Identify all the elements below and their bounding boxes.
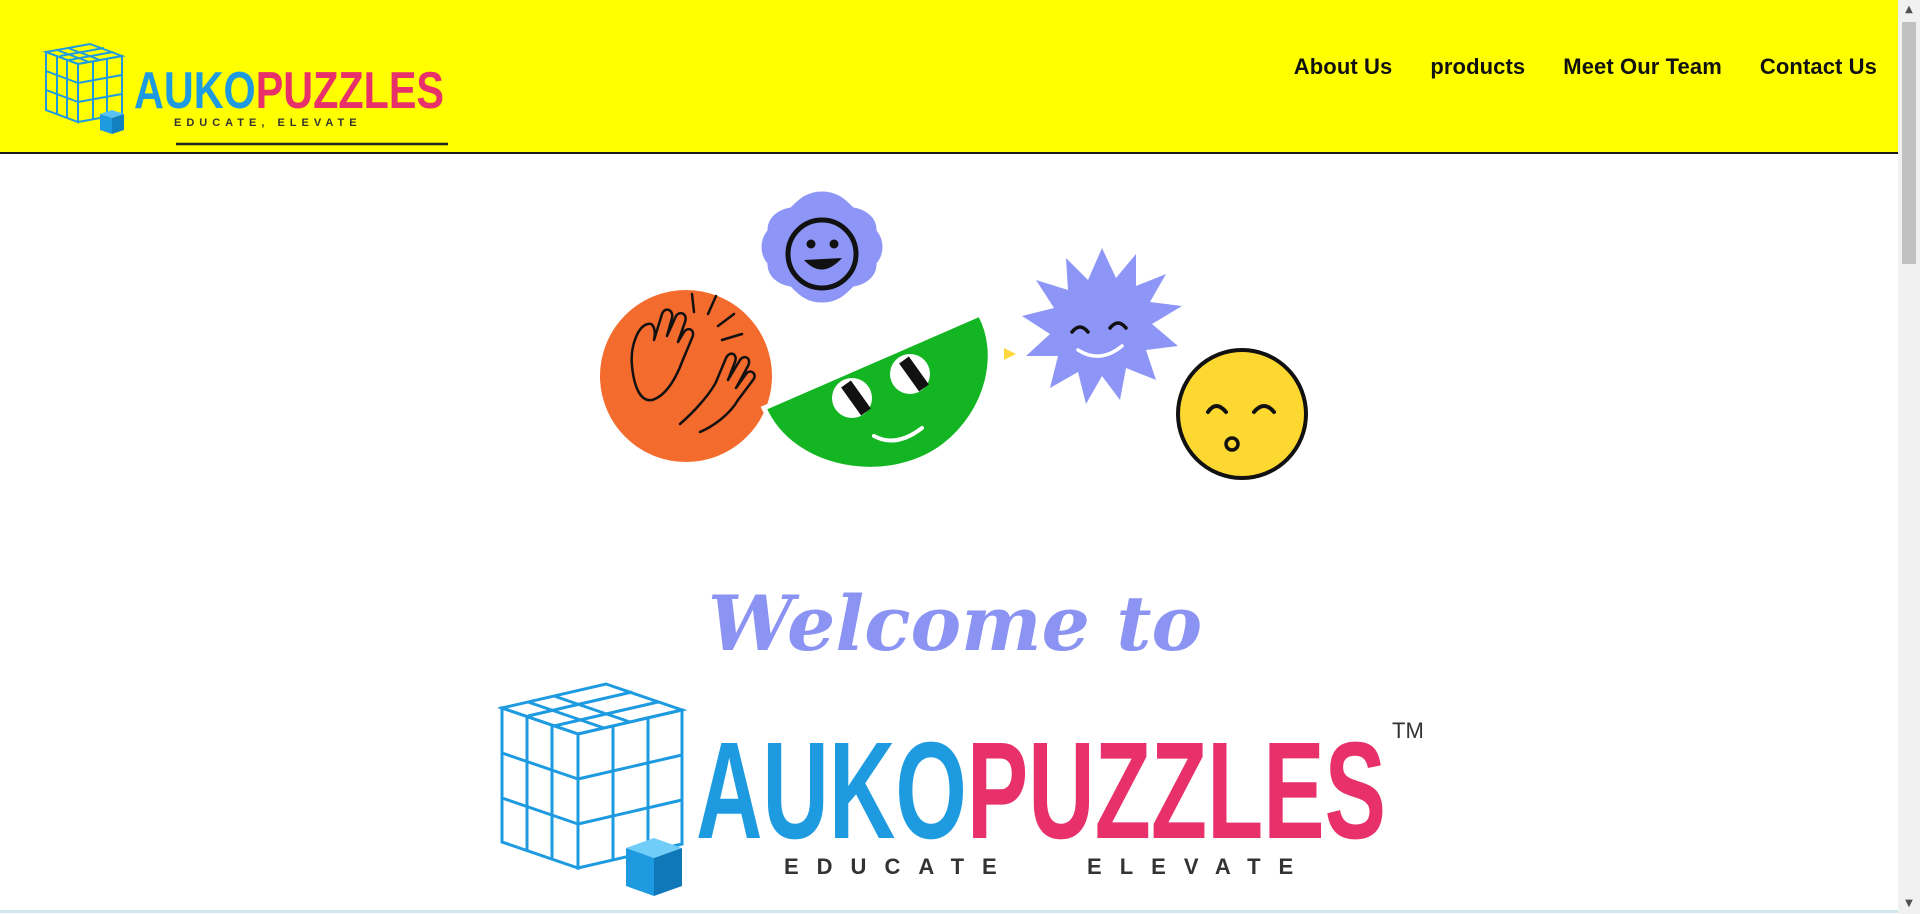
scrollbar-thumb[interactable] xyxy=(1902,22,1916,264)
header-tagline: EDUCATE, ELEVATE xyxy=(174,117,362,129)
smiley-face-icon xyxy=(758,188,886,306)
smiley-face-icon xyxy=(1004,248,1182,404)
welcome-heading: Welcome to xyxy=(708,579,1202,668)
hero-tagline: EDUCATE ELEVATE xyxy=(784,854,1311,879)
nav-contact-us[interactable]: Contact Us xyxy=(1760,54,1877,80)
smiley-face-icon xyxy=(760,310,993,472)
nav-meet-our-team[interactable]: Meet Our Team xyxy=(1563,54,1722,80)
cube-puzzle-icon xyxy=(498,682,688,896)
page: AUKOPUZZLES EDUCATE, ELEVATE About Us pr… xyxy=(0,0,1898,914)
vertical-scrollbar[interactable]: ▲ ▼ xyxy=(1898,0,1920,914)
cube-puzzle-icon xyxy=(42,42,126,134)
scrollbar-down-arrow-icon[interactable]: ▼ xyxy=(1898,894,1920,914)
page-bottom-divider xyxy=(0,910,1898,913)
nav-about-us[interactable]: About Us xyxy=(1294,54,1393,80)
hero-brand-logo: AUKOPUZZLES TM EDUCATE ELEVATE xyxy=(498,682,1424,896)
brand-name-part-1: AUKO xyxy=(134,62,256,120)
nav-products[interactable]: products xyxy=(1430,54,1525,80)
trademark-symbol: TM xyxy=(1392,718,1424,743)
main-nav: About Us products Meet Our Team Contact … xyxy=(1294,54,1877,80)
clapping-hands-icon xyxy=(596,286,776,466)
brand-name-part-2: PUZZLES xyxy=(256,62,444,120)
welcome-text: Welcome to xyxy=(708,579,1202,668)
hero-emoji-illustration xyxy=(596,188,1308,480)
hero-brand-part-1: AUKO xyxy=(696,714,967,868)
hero-brand-part-2: PUZZLES xyxy=(967,714,1386,868)
smiley-face-icon xyxy=(1176,348,1308,480)
svg-text:AUKOPUZZLES: AUKOPUZZLES xyxy=(696,714,1386,868)
svg-text:AUKOPUZZLES: AUKOPUZZLES xyxy=(134,62,444,120)
site-header: AUKOPUZZLES EDUCATE, ELEVATE About Us pr… xyxy=(0,0,1898,154)
header-logo[interactable]: AUKOPUZZLES EDUCATE, ELEVATE xyxy=(40,38,452,150)
scrollbar-up-arrow-icon[interactable]: ▲ xyxy=(1898,0,1920,20)
